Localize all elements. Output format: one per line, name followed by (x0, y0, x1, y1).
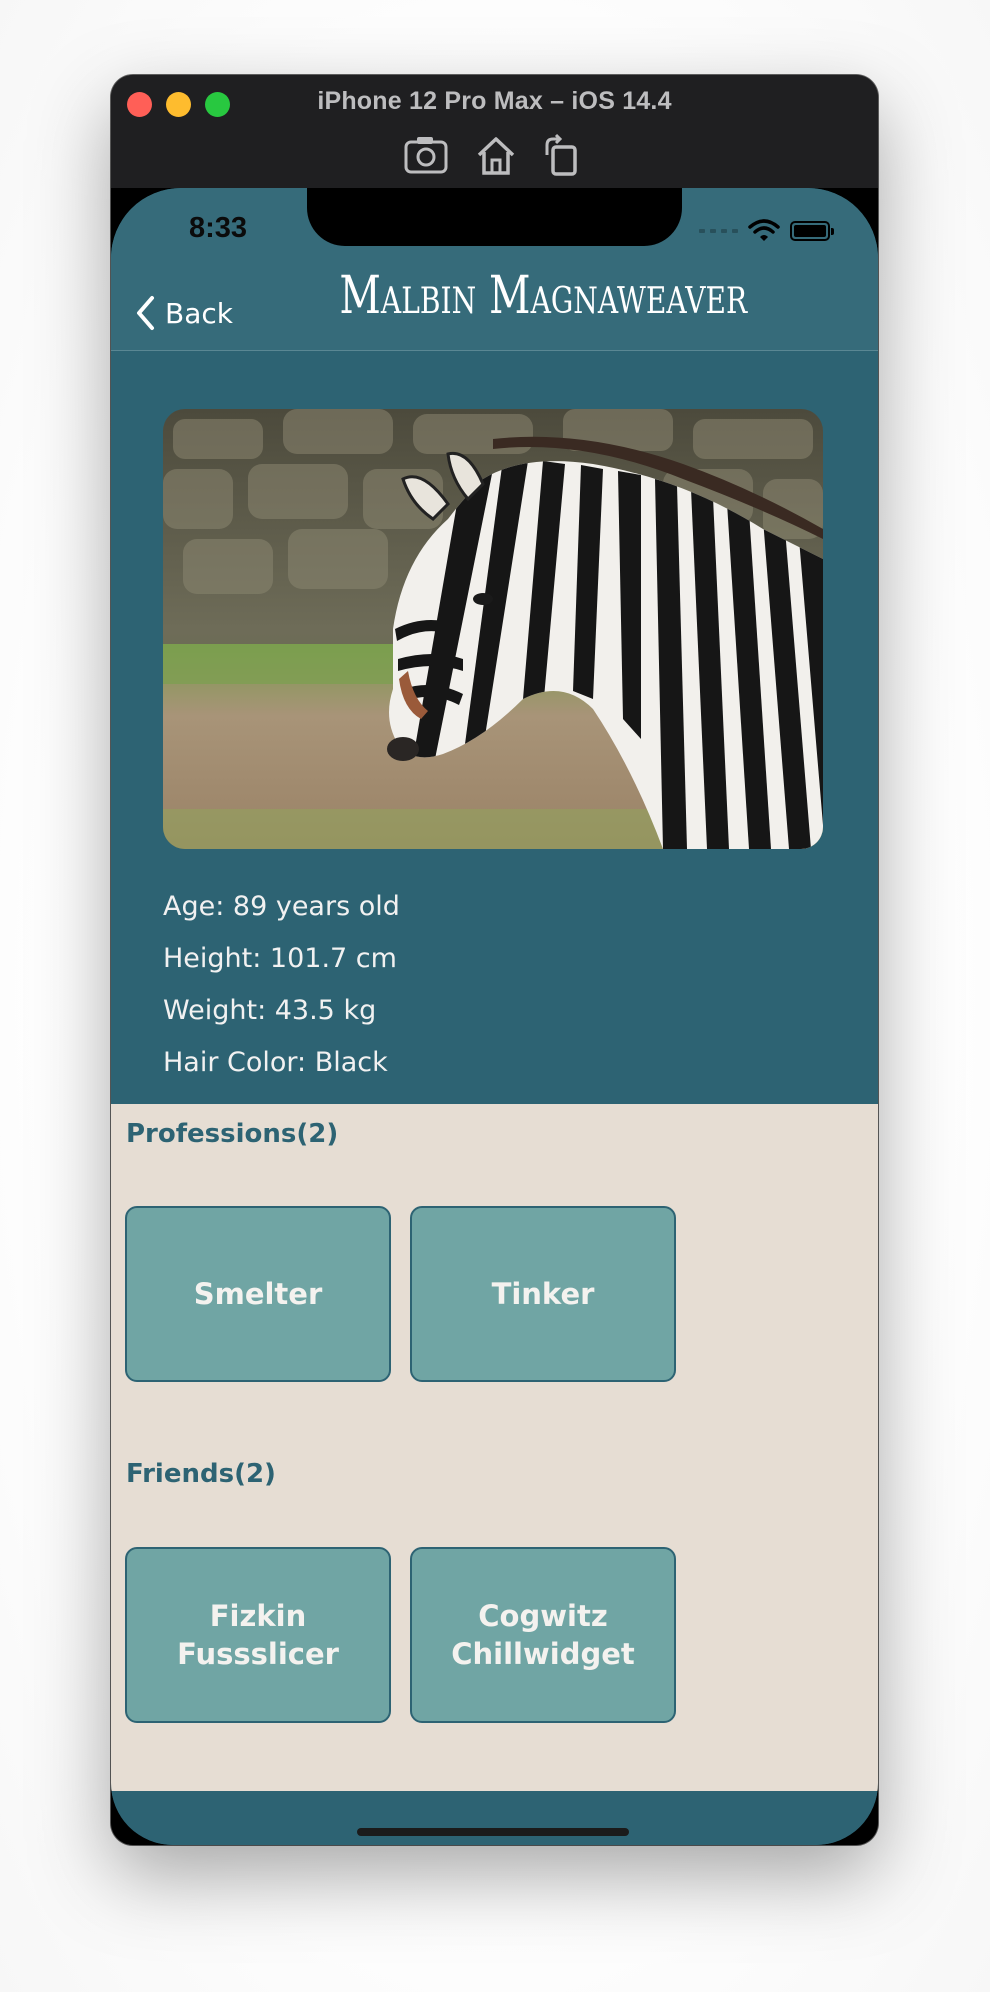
simulator-window: iPhone 12 Pro Max – iOS 14.4 8:33 Back M… (111, 75, 878, 1845)
back-button-label: Back (165, 296, 233, 330)
friends-heading: Friends(2) (126, 1459, 276, 1489)
rotate-icon[interactable] (539, 133, 585, 177)
zebra-photo (163, 409, 823, 849)
status-icons (699, 216, 834, 246)
home-indicator[interactable] (357, 1828, 629, 1836)
app-display: 8:33 Back Malbin Magnaweaver Age: 89 yea… (111, 188, 878, 1845)
professions-heading: Professions(2) (126, 1119, 339, 1149)
simulator-titlebar: iPhone 12 Pro Max – iOS 14.4 (111, 75, 878, 188)
weight-text: Weight: 43.5 kg (163, 995, 377, 1026)
home-icon[interactable] (473, 133, 519, 177)
simulator-toolbar (111, 133, 878, 177)
profession-card-smelter[interactable]: Smelter (125, 1206, 391, 1382)
phone-screen: 8:33 Back Malbin Magnaweaver Age: 89 yea… (111, 188, 878, 1845)
chevron-left-icon (137, 296, 154, 330)
simulator-title: iPhone 12 Pro Max – iOS 14.4 (317, 87, 672, 115)
profession-card-tinker[interactable]: Tinker (410, 1206, 676, 1382)
page: iPhone 12 Pro Max – iOS 14.4 8:33 Back M… (0, 0, 990, 1992)
friend-card-cogwitz-chillwidget[interactable]: Cogwitz Chillwidget (410, 1547, 676, 1723)
height-text: Height: 101.7 cm (163, 943, 397, 974)
notch (307, 188, 682, 246)
details-section: Professions(2) Smelter Tinker Friends(2)… (111, 1104, 878, 1791)
home-bar-area (111, 1791, 878, 1845)
page-title: Malbin Magnaweaver (339, 266, 748, 326)
cellular-signal-icon (699, 229, 738, 233)
status-time: 8:33 (189, 212, 248, 244)
back-button[interactable]: Back (133, 292, 233, 334)
friend-card-fizkin-fussslicer[interactable]: Fizkin Fussslicer (125, 1547, 391, 1723)
navigation-bar: 8:33 Back Malbin Magnaweaver (111, 188, 878, 351)
hair-color-text: Hair Color: Black (163, 1047, 388, 1078)
wifi-icon (748, 219, 780, 241)
profile-stats: Age: 89 years old Height: 101.7 cm Weigh… (163, 881, 400, 1089)
age-text: Age: 89 years old (163, 891, 400, 922)
battery-icon (790, 221, 834, 241)
screenshot-icon[interactable] (403, 133, 449, 177)
